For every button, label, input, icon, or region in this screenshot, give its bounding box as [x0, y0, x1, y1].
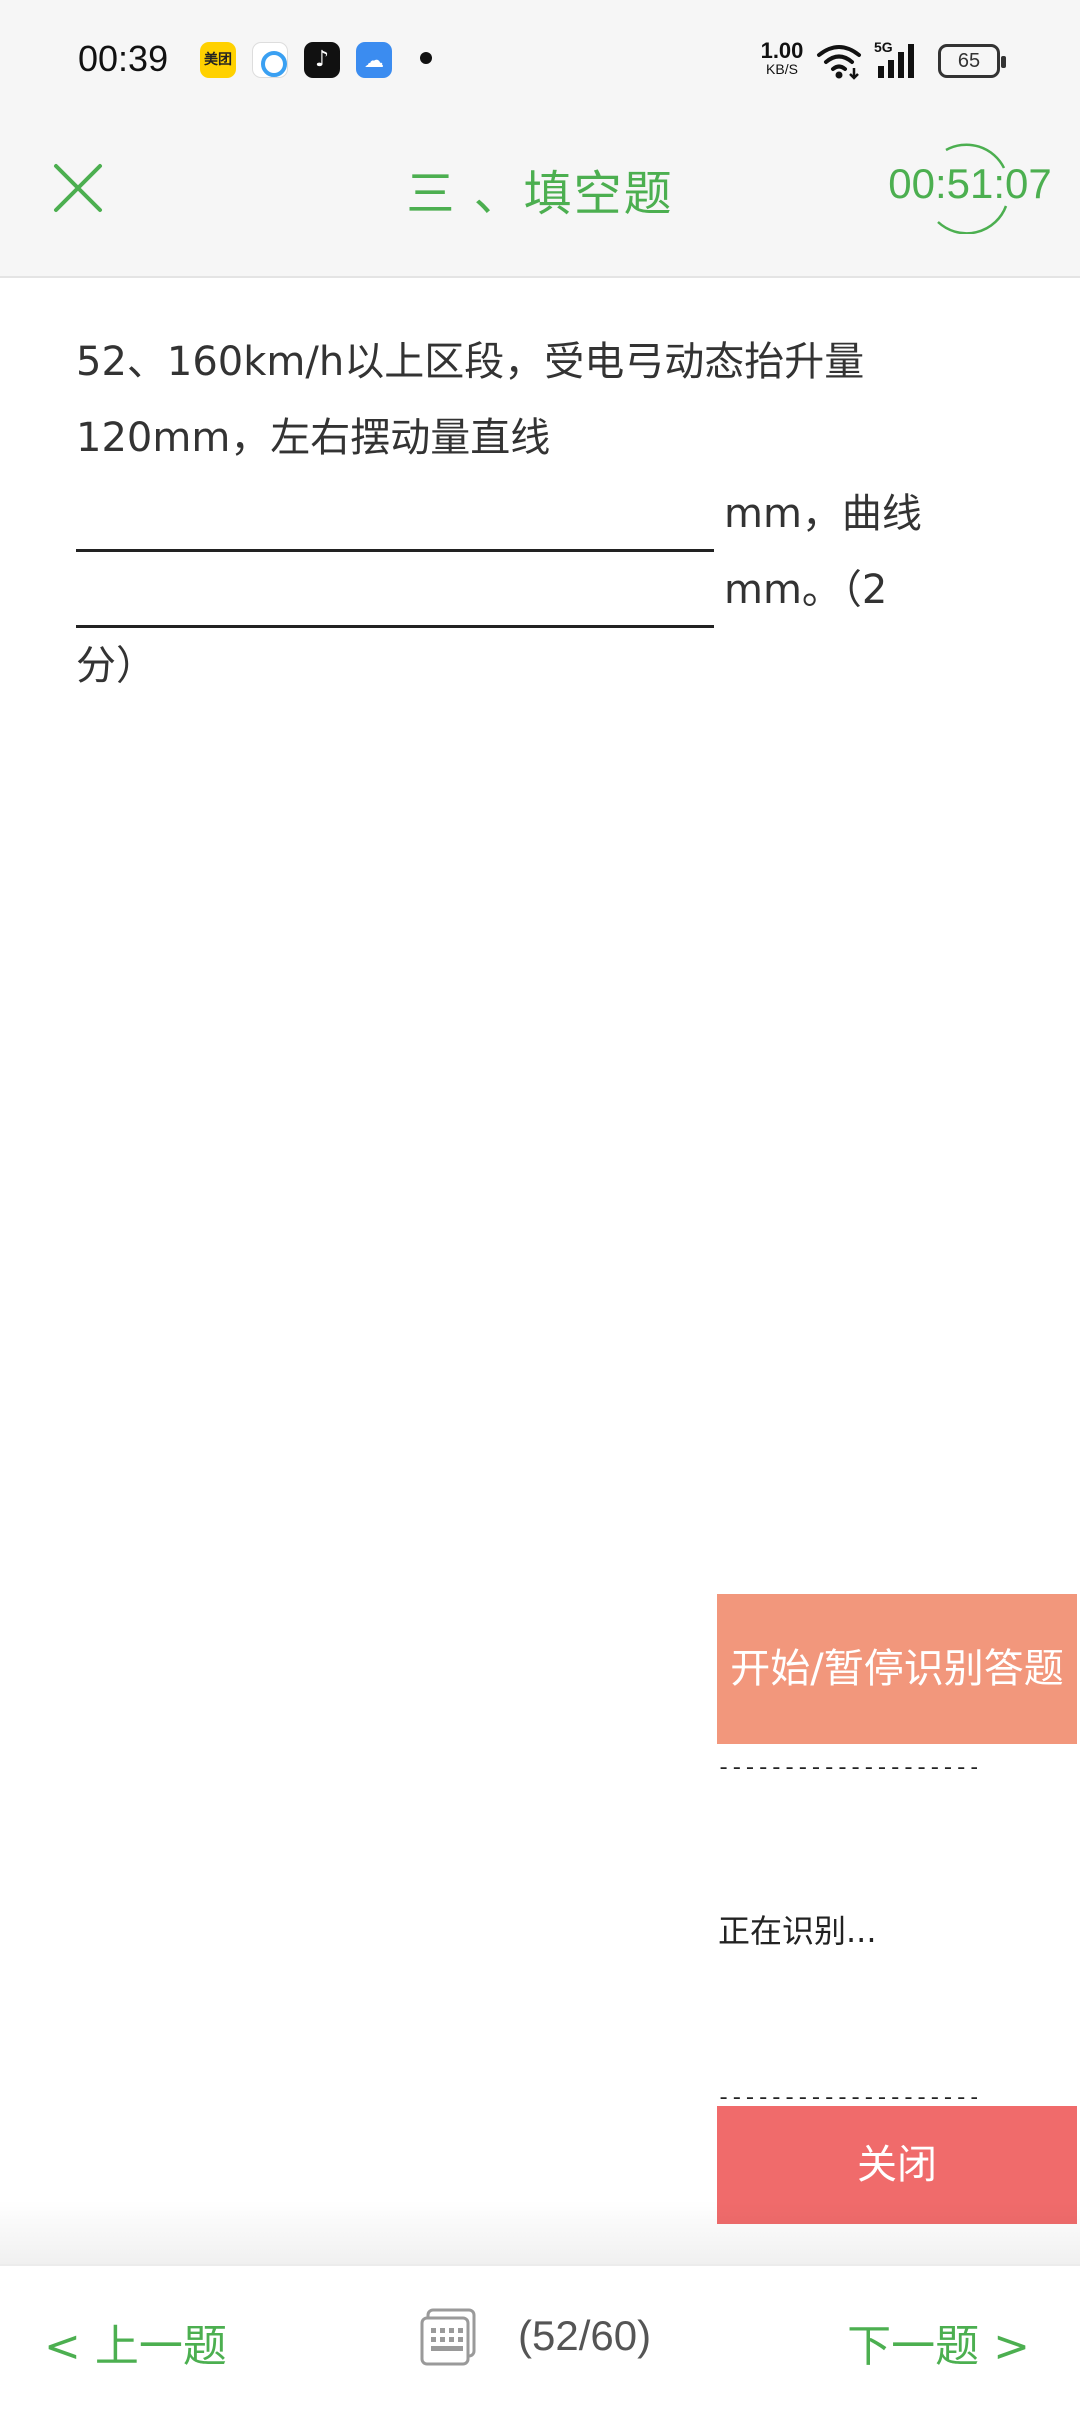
more-notifications-dot-icon — [420, 52, 432, 64]
meituan-app-icon: 美团 — [200, 42, 236, 78]
next-question-button[interactable]: 下一题 > — [847, 2310, 1030, 2374]
browser-app-icon — [252, 42, 288, 78]
network-speed: 1.00 KB/S — [758, 38, 806, 78]
question-line: 120mm，左右摆动量直线 — [76, 415, 551, 461]
question-text-fragment: mm。（2 — [724, 567, 888, 613]
question-line: 分） — [76, 643, 156, 689]
exam-header: 三 、填空题 00:51:07 — [0, 124, 1080, 278]
countdown-timer: 00:51:07 — [888, 160, 1052, 207]
exam-screen: 00:39 美团 ♪ ☁ 1.00 KB/S 5G 65 三 、填空题 00:5… — [0, 0, 1080, 2412]
network-type-label: 5G — [874, 39, 893, 55]
question-line: mm。（2 — [76, 552, 976, 628]
answer-blank-1[interactable] — [76, 488, 714, 552]
divider: ------------------------- — [717, 1756, 977, 1781]
tiktok-app-icon: ♪ — [304, 42, 340, 78]
weather-app-icon: ☁ — [356, 42, 392, 78]
status-bar: 00:39 美团 ♪ ☁ 1.00 KB/S 5G 65 — [0, 0, 1080, 124]
recognition-status: 正在识别... — [718, 1912, 877, 1950]
question-line: 52、160km/h以上区段，受电弓动态抬升量 — [76, 339, 865, 385]
bottom-shadow — [0, 2200, 1080, 2264]
start-pause-recognition-button[interactable]: 开始/暂停识别答题 — [717, 1594, 1077, 1744]
question-text: 52、160km/h以上区段，受电弓动态抬升量 120mm，左右摆动量直线 mm… — [76, 324, 976, 704]
cellular-signal-icon: 5G — [874, 39, 914, 78]
previous-question-button[interactable]: < 上一题 — [44, 2310, 227, 2374]
bottom-nav: < 上一题 (52/60) 下一题 > — [0, 2264, 1080, 2412]
question-counter: (52/60) — [518, 2312, 652, 2359]
question-text-fragment: mm，曲线 — [724, 491, 922, 537]
status-time: 00:39 — [78, 38, 169, 79]
answer-sheet-icon[interactable] — [418, 2306, 480, 2368]
network-speed-value: 1.00 — [760, 38, 804, 63]
wifi-icon — [817, 45, 861, 80]
answer-blank-2[interactable] — [76, 564, 714, 628]
question-line: mm，曲线 — [76, 476, 976, 552]
battery-icon: 65 — [938, 44, 1006, 78]
